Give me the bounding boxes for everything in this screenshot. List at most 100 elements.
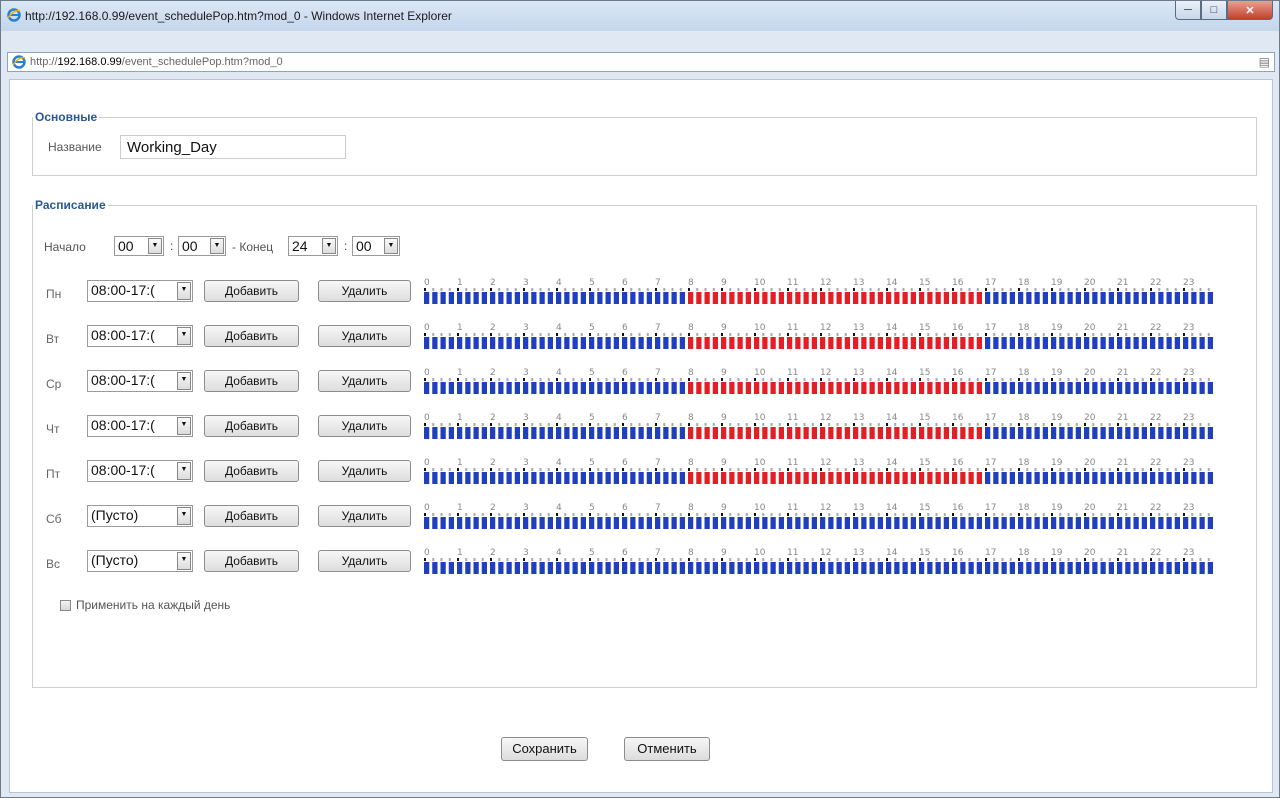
schedule-slot-active[interactable] [836,337,842,349]
schedule-slot-inactive[interactable] [448,517,454,529]
schedule-slot-inactive[interactable] [630,337,636,349]
schedule-slot-inactive[interactable] [1009,292,1015,304]
schedule-slot-inactive[interactable] [1092,382,1098,394]
add-button[interactable]: Добавить [204,325,299,347]
schedule-slot-inactive[interactable] [754,562,760,574]
schedule-slot-inactive[interactable] [490,517,496,529]
schedule-slot-inactive[interactable] [894,562,900,574]
day-timeline[interactable]: 0 1 2 3 4 5 6 7 8 9 10 11 12 13 14 15 16 17 18 19 20 21 22 23 [423,501,1223,533]
add-button[interactable]: Добавить [204,460,299,482]
schedule-slot-inactive[interactable] [498,382,504,394]
schedule-slot-active[interactable] [770,337,776,349]
schedule-slot-active[interactable] [960,472,966,484]
schedule-slot-active[interactable] [886,337,892,349]
schedule-slot-inactive[interactable] [523,562,529,574]
schedule-slot-inactive[interactable] [1158,517,1164,529]
schedule-slot-inactive[interactable] [638,292,644,304]
schedule-slot-active[interactable] [811,337,817,349]
schedule-slot-inactive[interactable] [1075,337,1081,349]
schedule-slot-active[interactable] [729,337,735,349]
schedule-slot-active[interactable] [836,472,842,484]
schedule-slot-active[interactable] [811,427,817,439]
schedule-slot-inactive[interactable] [1166,517,1172,529]
schedule-slot-inactive[interactable] [424,337,430,349]
schedule-slot-inactive[interactable] [432,337,438,349]
schedule-slot-inactive[interactable] [597,292,603,304]
schedule-slot-inactive[interactable] [1199,562,1205,574]
schedule-slot-inactive[interactable] [514,382,520,394]
schedule-slot-inactive[interactable] [498,472,504,484]
schedule-slot-inactive[interactable] [820,562,826,574]
day-timeline[interactable]: 0 1 2 3 4 5 6 7 8 9 10 11 12 13 14 15 16 17 18 19 20 21 22 23 [423,321,1223,353]
schedule-slot-inactive[interactable] [993,562,999,574]
schedule-slot-inactive[interactable] [1051,517,1057,529]
schedule-slot-inactive[interactable] [1001,427,1007,439]
schedule-slot-active[interactable] [803,427,809,439]
delete-button[interactable]: Удалить [318,505,411,527]
schedule-slot-inactive[interactable] [671,472,677,484]
schedule-slot-inactive[interactable] [671,427,677,439]
schedule-slot-active[interactable] [910,292,916,304]
schedule-slot-inactive[interactable] [721,517,727,529]
schedule-slot-active[interactable] [795,472,801,484]
schedule-slot-inactive[interactable] [1183,382,1189,394]
schedule-slot-inactive[interactable] [547,382,553,394]
schedule-slot-inactive[interactable] [1141,472,1147,484]
schedule-slot-inactive[interactable] [432,472,438,484]
schedule-slot-inactive[interactable] [481,517,487,529]
schedule-slot-inactive[interactable] [646,517,652,529]
schedule-slot-inactive[interactable] [646,427,652,439]
schedule-slot-inactive[interactable] [523,382,529,394]
schedule-slot-inactive[interactable] [1042,517,1048,529]
schedule-slot-inactive[interactable] [547,337,553,349]
schedule-slot-inactive[interactable] [655,517,661,529]
schedule-slot-inactive[interactable] [1059,292,1065,304]
schedule-slot-inactive[interactable] [1059,427,1065,439]
schedule-slot-inactive[interactable] [985,517,991,529]
schedule-slot-inactive[interactable] [1125,427,1131,439]
day-timeline[interactable]: 0 1 2 3 4 5 6 7 8 9 10 11 12 13 14 15 16 17 18 19 20 21 22 23 [423,546,1223,578]
schedule-slot-inactive[interactable] [828,517,834,529]
schedule-slot-inactive[interactable] [1100,562,1106,574]
schedule-slot-inactive[interactable] [630,472,636,484]
schedule-slot-inactive[interactable] [1009,382,1015,394]
schedule-slot-inactive[interactable] [646,292,652,304]
schedule-slot-inactive[interactable] [539,562,545,574]
schedule-slot-active[interactable] [836,382,842,394]
schedule-slot-inactive[interactable] [679,517,685,529]
schedule-slot-inactive[interactable] [993,292,999,304]
schedule-slot-inactive[interactable] [1199,382,1205,394]
schedule-slot-inactive[interactable] [457,382,463,394]
schedule-slot-inactive[interactable] [638,337,644,349]
schedule-slot-inactive[interactable] [630,517,636,529]
schedule-slot-active[interactable] [696,472,702,484]
schedule-slot-active[interactable] [853,427,859,439]
delete-button[interactable]: Удалить [318,460,411,482]
schedule-slot-inactive[interactable] [655,427,661,439]
schedule-slot-active[interactable] [745,382,751,394]
save-button[interactable]: Сохранить [501,737,588,761]
schedule-slot-active[interactable] [770,427,776,439]
schedule-slot-inactive[interactable] [1075,292,1081,304]
schedule-slot-inactive[interactable] [770,562,776,574]
schedule-slot-inactive[interactable] [556,517,562,529]
schedule-slot-inactive[interactable] [1183,472,1189,484]
schedule-slot-inactive[interactable] [861,562,867,574]
schedule-slot-inactive[interactable] [886,562,892,574]
schedule-slot-inactive[interactable] [448,427,454,439]
schedule-slot-inactive[interactable] [679,292,685,304]
schedule-slot-inactive[interactable] [853,562,859,574]
schedule-slot-active[interactable] [712,382,718,394]
schedule-slot-inactive[interactable] [1042,472,1048,484]
schedule-slot-active[interactable] [787,382,793,394]
schedule-slot-inactive[interactable] [572,517,578,529]
schedule-slot-inactive[interactable] [1133,292,1139,304]
schedule-slot-inactive[interactable] [778,562,784,574]
schedule-slot-inactive[interactable] [688,562,694,574]
schedule-slot-inactive[interactable] [1207,337,1213,349]
schedule-slot-inactive[interactable] [506,292,512,304]
schedule-slot-active[interactable] [894,427,900,439]
schedule-slot-active[interactable] [927,292,933,304]
period-select[interactable]: (Пусто) ▼ [87,550,193,572]
schedule-slot-active[interactable] [910,382,916,394]
